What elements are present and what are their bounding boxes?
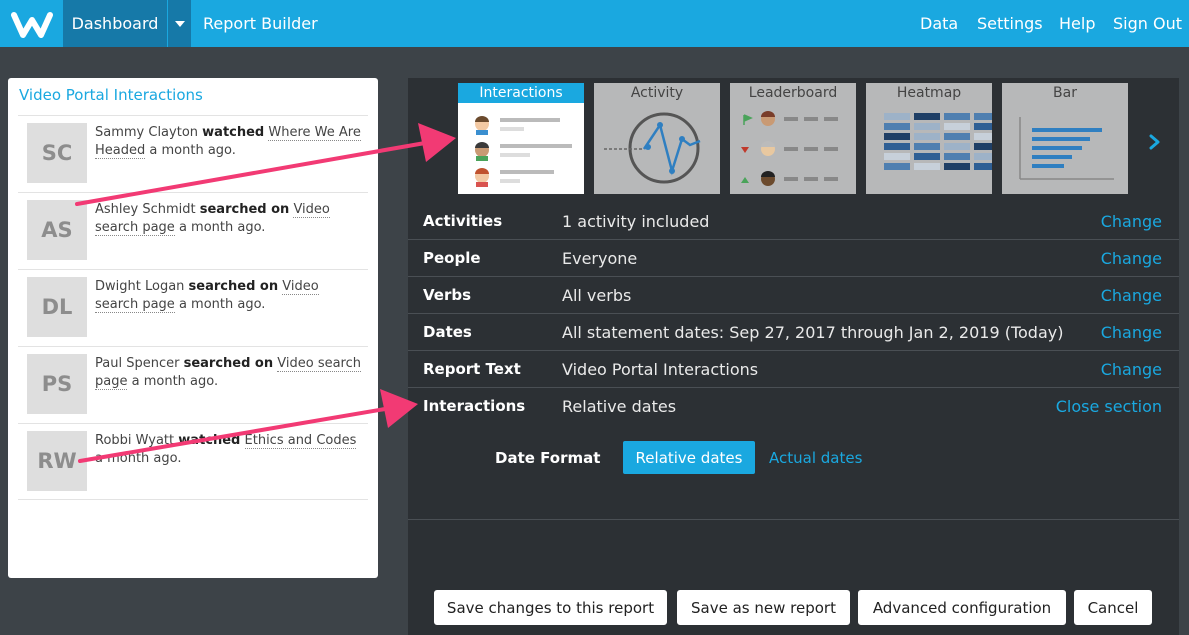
- row-label: Activities: [423, 212, 503, 230]
- settings-row-people: People Everyone Change: [408, 240, 1179, 277]
- row-value: 1 activity included: [562, 212, 710, 231]
- row-value: Everyone: [562, 249, 638, 268]
- heatmap-preview-icon: [884, 113, 992, 170]
- report-type-interactions[interactable]: Interactions: [458, 83, 584, 194]
- save-as-new-button[interactable]: Save as new report: [677, 590, 850, 625]
- change-link[interactable]: Change: [1101, 360, 1162, 379]
- actor-name: Paul Spencer: [95, 356, 180, 371]
- close-section-link[interactable]: Close section: [1056, 397, 1162, 416]
- thumb-label: Bar: [1053, 85, 1077, 101]
- row-label: Verbs: [423, 286, 472, 304]
- settings-row-dates: Dates All statement dates: Sep 27, 2017 …: [408, 314, 1179, 351]
- nav-dashboard[interactable]: Dashboard: [63, 0, 167, 47]
- thumb-label: Heatmap: [896, 85, 962, 101]
- row-label: People: [423, 249, 481, 267]
- timestamp: a month ago.: [131, 374, 219, 389]
- report-builder-panel: Interactions Activity Leaderboard Heatma…: [408, 78, 1179, 635]
- row-label: Report Text: [423, 360, 521, 378]
- row-label: Dates: [423, 323, 472, 341]
- row-value: Video Portal Interactions: [562, 360, 759, 379]
- logo-icon[interactable]: [0, 0, 63, 47]
- timestamp: a month ago.: [149, 143, 236, 158]
- report-title: Video Portal Interactions: [19, 86, 203, 104]
- row-label: Interactions: [423, 397, 526, 415]
- list-item: DL Dwight Logan searched on Video search…: [18, 269, 368, 346]
- date-format-section: Date Format Relative dates Actual dates: [408, 425, 1179, 520]
- interactions-preview-icon: [475, 116, 572, 187]
- date-format-label: Date Format: [495, 449, 601, 467]
- verb: searched on: [183, 356, 274, 371]
- thumb-label: Leaderboard: [748, 85, 838, 101]
- list-item: AS Ashley Schmidt searched on Video sear…: [18, 192, 368, 269]
- actor-name: Ashley Schmidt: [95, 202, 196, 217]
- row-value: All statement dates: Sep 27, 2017 throug…: [562, 323, 1064, 342]
- actual-dates-link[interactable]: Actual dates: [769, 449, 862, 467]
- settings-row-verbs: Verbs All verbs Change: [408, 277, 1179, 314]
- interaction-feed: SC Sammy Clayton watched Where We Are He…: [18, 115, 368, 500]
- interaction-text: Ashley Schmidt searched on Video search …: [95, 201, 363, 237]
- nav-help[interactable]: Help: [1059, 0, 1095, 47]
- interaction-text: Dwight Logan searched on Video search pa…: [95, 278, 363, 314]
- cancel-button[interactable]: Cancel: [1074, 590, 1152, 625]
- timestamp: a month ago.: [178, 297, 266, 312]
- nav-report-builder[interactable]: Report Builder: [203, 0, 318, 47]
- timestamp: a month ago.: [95, 451, 182, 466]
- actor-name: Robbi Wyatt: [95, 433, 175, 448]
- settings-row-interactions: Interactions Relative dates Close sectio…: [408, 388, 1179, 425]
- verb: searched on: [188, 279, 279, 294]
- list-item: PS Paul Spencer searched on Video search…: [18, 346, 368, 423]
- change-link[interactable]: Change: [1101, 323, 1162, 342]
- nav-data[interactable]: Data: [920, 0, 958, 47]
- nav-sign-out[interactable]: Sign Out: [1113, 0, 1182, 47]
- report-type-heatmap[interactable]: Heatmap: [866, 83, 992, 194]
- verb: watched: [202, 125, 265, 140]
- row-value: Relative dates: [562, 397, 677, 416]
- dashboard-dropdown-icon[interactable]: [168, 0, 191, 47]
- top-nav: Dashboard Report Builder Data Settings H…: [0, 0, 1189, 47]
- actor-name: Dwight Logan: [95, 279, 185, 294]
- interaction-text: Sammy Clayton watched Where We Are Heade…: [95, 124, 363, 160]
- object-link[interactable]: Ethics and Codes: [244, 433, 357, 449]
- verb: searched on: [199, 202, 290, 217]
- avatar: SC: [27, 123, 87, 183]
- avatar: AS: [27, 200, 87, 260]
- report-settings: Activities 1 activity included Change Pe…: [408, 203, 1179, 425]
- report-type-leaderboard[interactable]: Leaderboard: [730, 83, 856, 194]
- activity-preview-icon: [604, 112, 701, 184]
- verb: watched: [178, 433, 241, 448]
- interaction-text: Paul Spencer searched on Video search pa…: [95, 355, 363, 391]
- report-type-activity[interactable]: Activity: [594, 83, 720, 194]
- nav-settings[interactable]: Settings: [977, 0, 1043, 47]
- change-link[interactable]: Change: [1101, 249, 1162, 268]
- row-value: All verbs: [562, 286, 632, 305]
- settings-row-activities: Activities 1 activity included Change: [408, 203, 1179, 240]
- timestamp: a month ago.: [178, 220, 266, 235]
- thumb-label: Activity: [630, 85, 684, 101]
- avatar: DL: [27, 277, 87, 337]
- settings-row-report-text: Report Text Video Portal Interactions Ch…: [408, 351, 1179, 388]
- interaction-text: Robbi Wyatt watched Ethics and Codes a m…: [95, 432, 363, 468]
- bar-preview-icon: [1019, 117, 1114, 180]
- avatar: RW: [27, 431, 87, 491]
- report-type-bar[interactable]: Bar: [1002, 83, 1128, 194]
- action-bar: Save changes to this report Save as new …: [408, 590, 1179, 635]
- save-changes-button[interactable]: Save changes to this report: [434, 590, 667, 625]
- report-preview-panel: Video Portal Interactions SC Sammy Clayt…: [8, 78, 378, 578]
- thumb-label: Interactions: [458, 83, 584, 103]
- change-link[interactable]: Change: [1101, 212, 1162, 231]
- avatar: PS: [27, 354, 87, 414]
- chevron-right-icon[interactable]: [1146, 130, 1164, 154]
- list-item: SC Sammy Clayton watched Where We Are He…: [18, 115, 368, 192]
- leaderboard-preview-icon: [741, 111, 838, 186]
- advanced-configuration-button[interactable]: Advanced configuration: [858, 590, 1066, 625]
- change-link[interactable]: Change: [1101, 286, 1162, 305]
- list-item: RW Robbi Wyatt watched Ethics and Codes …: [18, 423, 368, 500]
- actor-name: Sammy Clayton: [95, 125, 199, 140]
- relative-dates-button[interactable]: Relative dates: [623, 441, 755, 474]
